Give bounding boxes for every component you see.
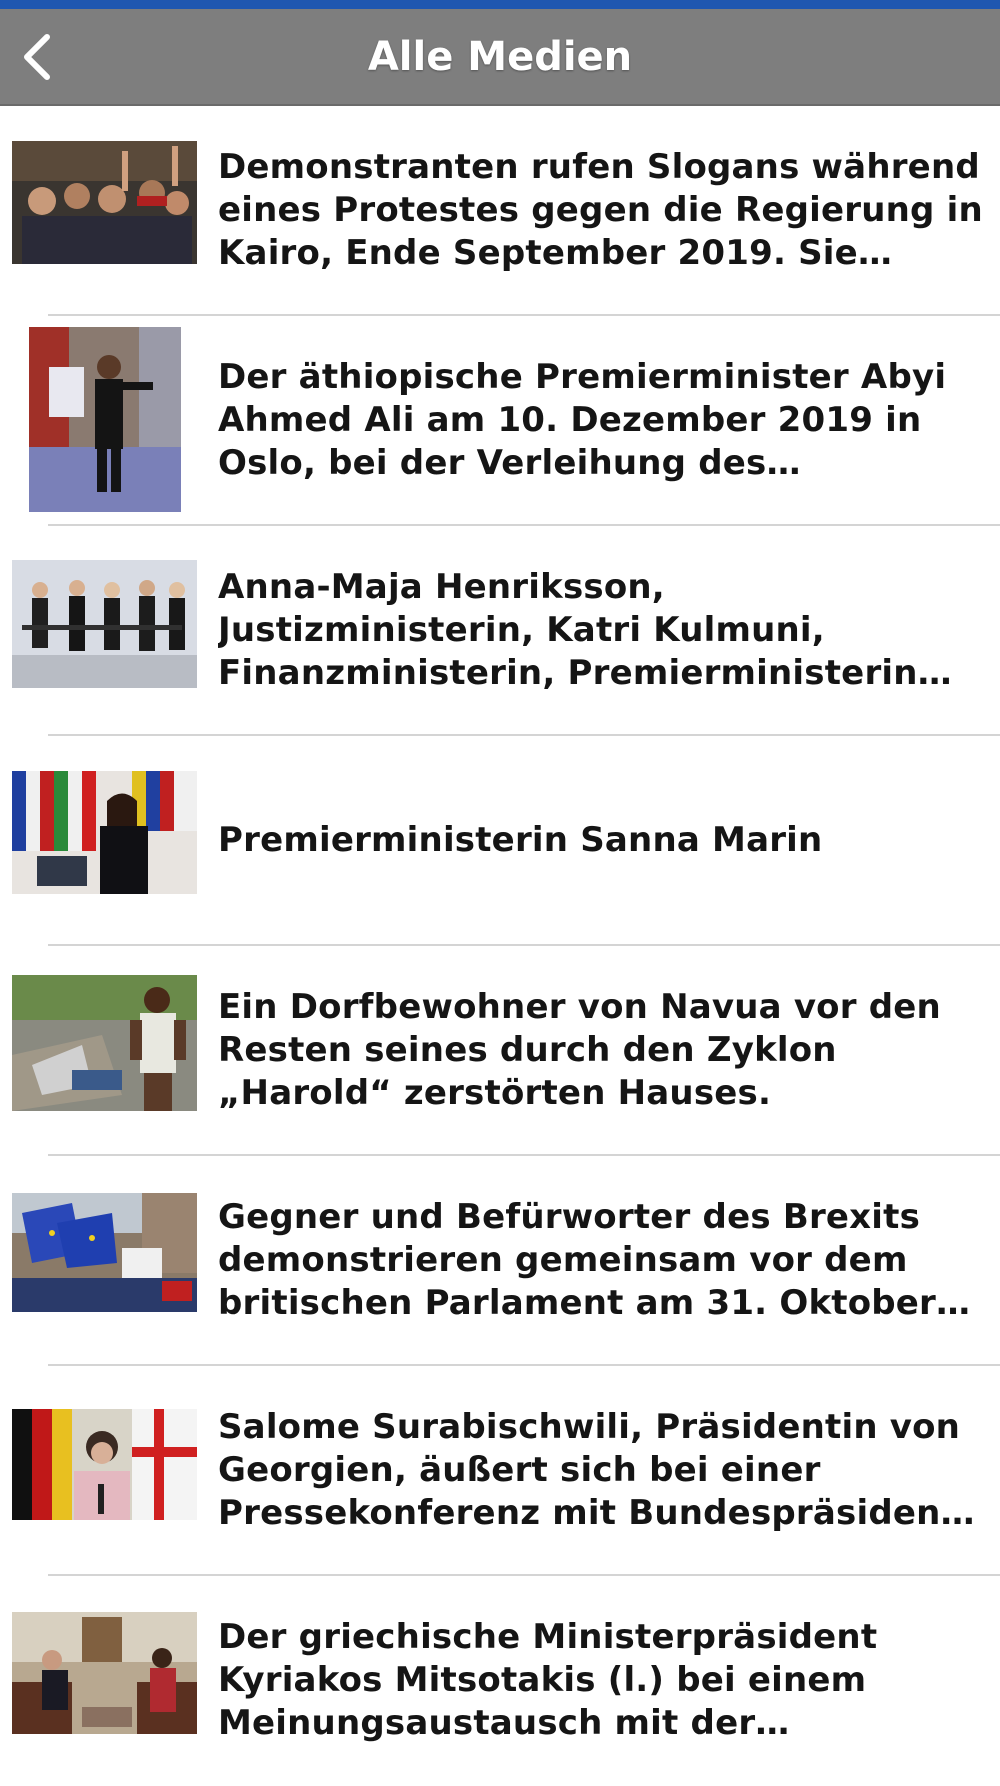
chevron-left-icon [24,34,50,80]
item-caption: Gegner und Befürworter des Brexits demon… [218,1196,937,1323]
page-title: Alle Medien [367,34,633,80]
thumbnail-image [12,1409,197,1520]
list-item[interactable]: Der griechische Ministerpräsident Kyriak… [0,1576,1000,1786]
thumbnail-image [12,560,197,688]
item-caption: Demonstranten rufen Slogans während eine… [218,146,983,273]
item-caption: Premierministerin Sanna Marin [218,819,823,860]
back-button[interactable] [14,27,58,87]
thumbnail-image [29,327,181,512]
list-item[interactable]: Salome Surabischwili, Präsidentin von Ge… [0,1366,1000,1576]
thumbnail-image [12,1612,197,1734]
list-item[interactable]: Gegner und Befürworter des Brexits demon… [0,1156,1000,1366]
thumbnail-image [12,141,197,264]
thumbnail-image [12,771,197,894]
item-caption: Der äthiopische Premierminister Abyi Ahm… [218,356,947,483]
list-item[interactable]: Demonstranten rufen Slogans während eine… [0,106,1000,316]
status-accent-bar [0,0,1000,9]
navigation-bar: Alle Medien [0,9,1000,106]
list-item[interactable]: Der äthiopische Premierminister Abyi Ahm… [0,316,1000,526]
list-item[interactable]: Premierministerin Sanna Marin [0,736,1000,946]
item-caption: Salome Surabischwili, Präsidentin von Ge… [218,1406,961,1533]
list-item[interactable]: Anna-Maja Henriksson, Justizministerin, … [0,526,1000,736]
thumbnail-image [12,1193,197,1312]
item-caption: Der griechische Ministerpräsident Kyriak… [218,1616,878,1743]
item-caption: Ein Dorfbewohner von Navua vor den Reste… [218,986,941,1113]
item-caption: Anna-Maja Henriksson, Justizministerin, … [218,566,918,693]
thumbnail-image [12,975,197,1111]
list-item[interactable]: Ein Dorfbewohner von Navua vor den Reste… [0,946,1000,1156]
